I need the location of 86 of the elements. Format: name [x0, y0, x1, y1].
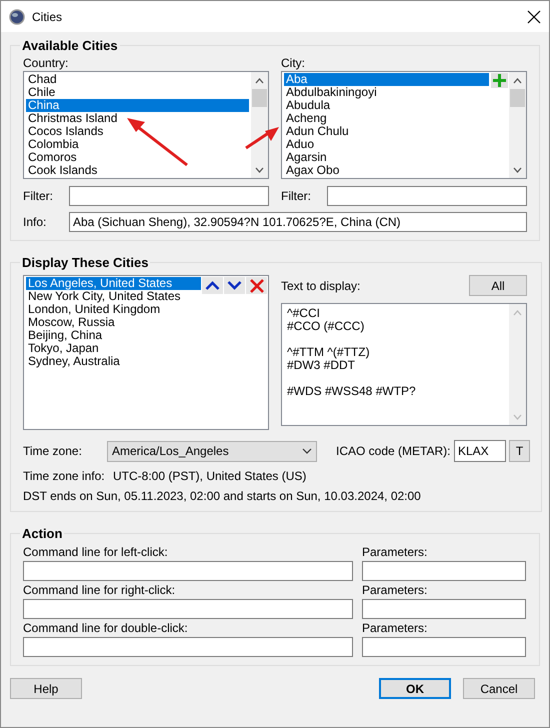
field-label: City: [281, 55, 306, 71]
scrollbar[interactable] [509, 72, 526, 178]
field-label: Time zone info: [23, 469, 106, 483]
field-label: Parameters: [362, 582, 428, 599]
field-label: Command line for left-click: [23, 544, 169, 561]
add-button[interactable] [491, 73, 508, 88]
field-label: Time zone: [23, 444, 83, 458]
field-label: Country: [23, 55, 70, 71]
info-field[interactable]: Aba (Sichuan Sheng), 32.90594?N 101.70625?E, China (CN) [69, 212, 527, 232]
list-item[interactable]: Tokyo, Japan [26, 342, 201, 355]
list-item[interactable]: Beijing, China [26, 329, 201, 342]
list-item[interactable]: Agax Obo [284, 164, 489, 177]
globe-icon [9, 8, 25, 24]
list-item[interactable]: Chile [26, 86, 249, 99]
list-item[interactable]: Aba [284, 73, 489, 86]
parameters-field[interactable] [362, 637, 526, 657]
field-label: Filter: [281, 189, 312, 203]
group-title: Available Cities [21, 38, 119, 53]
list-item[interactable]: China [26, 99, 249, 112]
dialog-button[interactable]: Help [10, 678, 82, 699]
all-button[interactable]: All [469, 275, 527, 296]
dialog-button[interactable]: OK [379, 678, 451, 699]
command-field[interactable] [23, 599, 353, 619]
list-item[interactable]: Aduo [284, 138, 489, 151]
field-label: Command line for right-click: [23, 582, 176, 599]
icao-field[interactable]: KLAX [454, 440, 506, 462]
field-label: Info: [23, 215, 48, 229]
list-item[interactable]: Christmas Island [26, 112, 249, 125]
window-title: Cities [32, 10, 62, 24]
dst-info: DST ends on Sun, 05.11.2023, 02:00 and starts on Sun, 10.03.2024, 02:00 [23, 489, 422, 503]
list-box[interactable]: Aba Abdulbakiningoyi Abudula Acheng Adun Chulu Aduo Agarsin Agax Obo [281, 71, 527, 179]
list-box[interactable]: Chad Chile China Christmas Island Cocos Islands Colombia Comoros Cook Islands [23, 71, 269, 179]
field-label: Filter: [23, 189, 54, 203]
list-item[interactable]: Sydney, Australia [26, 355, 201, 368]
dialog-button[interactable]: Cancel [463, 678, 535, 699]
parameters-field[interactable] [362, 561, 526, 581]
list-item[interactable]: Chad [26, 73, 249, 86]
list-item[interactable]: Moscow, Russia [26, 316, 201, 329]
command-field[interactable] [23, 637, 353, 657]
list-item[interactable]: Abudula [284, 99, 489, 112]
scroll-thumb[interactable] [252, 89, 267, 107]
text-line: ^#TTM ^(#TTZ) [287, 346, 371, 359]
text-line: #CCO (#CCC) [287, 320, 366, 333]
field-label: ICAO code (METAR): [336, 444, 452, 458]
group-title: Action [21, 526, 64, 541]
plus-icon [493, 74, 506, 87]
text-line: ^#CCI [287, 307, 321, 320]
chevron-down-icon [227, 281, 242, 290]
list-item[interactable]: Cook Islands [26, 164, 249, 177]
list-item[interactable]: Cocos Islands [26, 125, 249, 138]
list-item[interactable]: New York City, United States [26, 290, 201, 303]
annotation-arrow [127, 118, 188, 166]
time-zone-info: UTC-8:00 (PST), United States (US) [113, 469, 306, 483]
field-label: Command line for double-click: [23, 620, 189, 637]
list-item[interactable]: Adun Chulu [284, 125, 489, 138]
field-label: Text to display: [281, 278, 360, 292]
filter-field[interactable] [69, 186, 269, 206]
move-up-button[interactable] [202, 277, 223, 294]
chevron-down-icon [302, 448, 312, 454]
list-item[interactable]: Comoros [26, 151, 249, 164]
annotation-arrow [245, 127, 279, 150]
move-down-button[interactable] [224, 277, 245, 294]
time-zone-dropdown[interactable]: America/Los_Angeles [107, 440, 317, 462]
command-field[interactable] [23, 561, 353, 581]
close-icon[interactable] [527, 10, 541, 24]
parameters-field[interactable] [362, 599, 526, 619]
field-label: Parameters: [362, 620, 428, 637]
text-area[interactable]: ^#CCI #CCO (#CCC) ^#TTM ^(#TTZ) #DW3 #DDT #WDS #WSS48 #WTP? [281, 303, 527, 426]
filter-field[interactable] [327, 186, 527, 206]
list-item[interactable]: Colombia [26, 138, 249, 151]
list-item[interactable]: London, United Kingdom [26, 303, 201, 316]
text-line: #DW3 #DDT [287, 359, 356, 372]
t-button[interactable]: T [509, 440, 530, 462]
text-line: #WDS #WSS48 #WTP? [287, 385, 417, 398]
cross-icon [250, 278, 264, 292]
list-item[interactable]: Los Angeles, United States [26, 277, 201, 290]
field-label: Parameters: [362, 544, 428, 561]
list-item[interactable]: Abdulbakiningoyi [284, 86, 489, 99]
scroll-thumb[interactable] [510, 89, 525, 107]
list-box[interactable]: Los Angeles, United States New York City, United States London, United Kingdom Moscow, Russia Beijing, China Tokyo, Japan Sydney, Australia [23, 275, 269, 430]
group-title: Display These Cities [21, 255, 150, 270]
list-item[interactable]: Acheng [284, 112, 489, 125]
list-item[interactable]: Agarsin [284, 151, 489, 164]
scrollbar[interactable] [251, 72, 268, 178]
remove-button[interactable] [246, 277, 267, 294]
chevron-up-icon [205, 281, 220, 290]
